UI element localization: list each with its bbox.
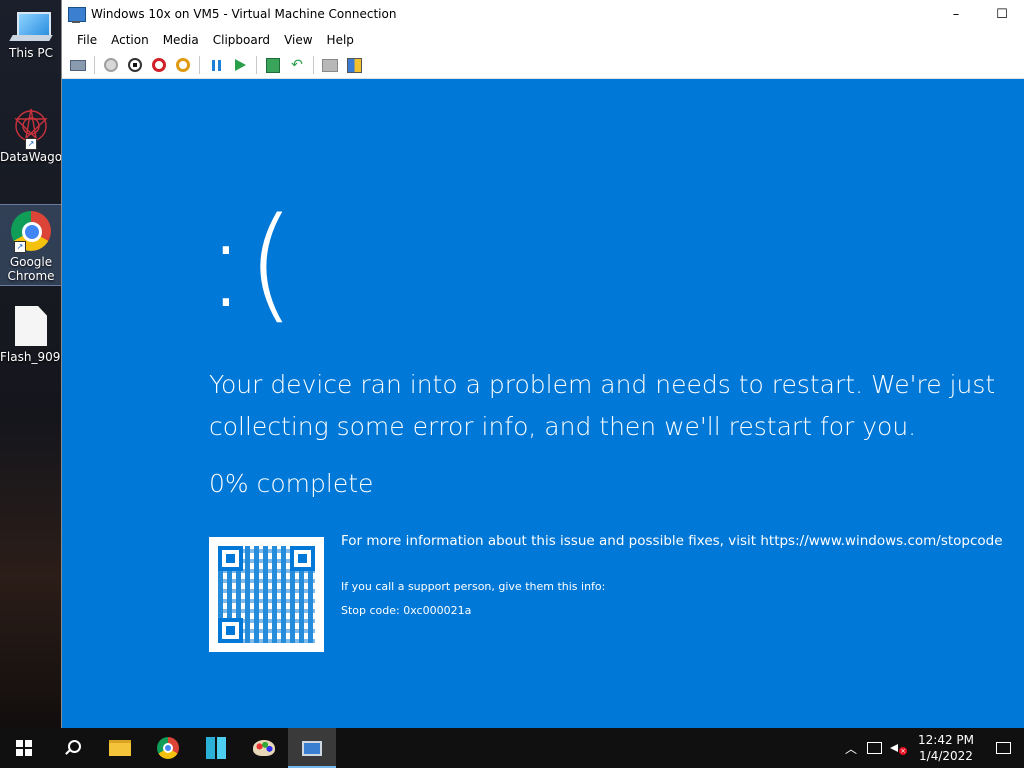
buildings-icon — [206, 737, 226, 759]
paint-palette-icon — [253, 740, 275, 756]
stop-code: Stop code: 0xc000021a — [341, 604, 472, 617]
chrome-taskbar-button[interactable] — [144, 728, 192, 768]
taskbar: ︿ × 12:42 PM 1/4/2022 — [0, 728, 1024, 768]
stopcode-url-text: For more information about this issue an… — [341, 533, 1003, 549]
menu-action[interactable]: Action — [105, 33, 157, 47]
resume-button[interactable] — [232, 57, 249, 74]
notification-icon — [995, 742, 1011, 754]
show-hidden-icons-chevron-up-icon[interactable]: ︿ — [839, 740, 863, 757]
sad-face: :( — [205, 192, 296, 336]
clock-time: 12:42 PM — [918, 733, 974, 747]
volume-muted-icon[interactable]: × — [890, 741, 908, 755]
minimize-button[interactable]: – — [933, 0, 979, 28]
desktop-icon-label: Flash_909B — [0, 350, 62, 364]
vm-connection-icon — [68, 6, 86, 23]
turn-off-button[interactable] — [127, 57, 144, 74]
bsod-screen[interactable]: :( Your device ran into a problem and ne… — [62, 79, 1024, 728]
start-vm-button[interactable] — [103, 57, 120, 74]
search-button[interactable] — [48, 728, 96, 768]
ctrl-alt-del-button[interactable] — [70, 57, 87, 74]
play-icon — [234, 59, 246, 71]
search-icon — [64, 740, 81, 756]
share-button[interactable] — [346, 57, 363, 74]
datawagon-icon: ↗ — [11, 106, 51, 150]
windows-logo-icon — [16, 740, 32, 756]
city-app-button[interactable] — [192, 728, 240, 768]
power-icon — [104, 58, 118, 72]
save-state-button[interactable] — [175, 57, 192, 74]
file-explorer-button[interactable] — [96, 728, 144, 768]
chrome-icon — [157, 737, 179, 759]
desktop-icon-label: DataWagon — [0, 150, 62, 164]
keyboard-icon — [70, 59, 86, 71]
computer-icon — [9, 12, 53, 42]
menu-file[interactable]: File — [71, 33, 105, 47]
notification-center-button[interactable] — [982, 728, 1024, 768]
title-bar[interactable]: Windows 10x on VM5 - Virtual Machine Con… — [62, 0, 1024, 28]
share-icon — [346, 57, 362, 73]
pause-button[interactable] — [208, 57, 225, 74]
folder-icon — [109, 740, 131, 756]
desktop-icon-label: Google Chrome — [7, 255, 55, 283]
error-message: Your device ran into a problem and needs… — [209, 370, 996, 441]
desktop-icon-google-chrome[interactable]: ↗ Google Chrome — [0, 204, 63, 286]
menu-clipboard[interactable]: Clipboard — [207, 33, 278, 47]
vm-connection-window: Windows 10x on VM5 - Virtual Machine Con… — [61, 0, 1024, 728]
shutdown-icon — [152, 58, 166, 72]
checkpoint-button[interactable] — [265, 57, 282, 74]
paint-button[interactable] — [240, 728, 288, 768]
clock[interactable]: 12:42 PM 1/4/2022 — [918, 732, 974, 764]
save-state-icon — [176, 58, 190, 72]
toolbar: ↶ — [62, 52, 1024, 79]
desktop-icon-label: This PC — [9, 46, 53, 60]
menu-view[interactable]: View — [278, 33, 320, 47]
revert-button[interactable]: ↶ — [289, 57, 306, 74]
maximize-button[interactable]: ☐ — [979, 0, 1024, 28]
window-title: Windows 10x on VM5 - Virtual Machine Con… — [91, 7, 397, 21]
support-text: If you call a support person, give them … — [341, 580, 606, 593]
shut-down-button[interactable] — [151, 57, 168, 74]
start-button[interactable] — [0, 728, 48, 768]
checkpoint-icon — [266, 57, 280, 73]
desktop-icon-flash-file[interactable]: Flash_909B — [0, 302, 62, 374]
shortcut-arrow-icon: ↗ — [14, 241, 26, 253]
menu-bar: File Action Media Clipboard View Help — [62, 28, 1024, 52]
revert-icon: ↶ — [291, 57, 303, 73]
progress-text: 0% complete — [209, 469, 374, 498]
enhanced-session-button[interactable] — [322, 57, 339, 74]
menu-media[interactable]: Media — [157, 33, 207, 47]
enhanced-session-icon — [322, 58, 338, 72]
menu-help[interactable]: Help — [321, 33, 362, 47]
desktop-icon-this-pc[interactable]: This PC — [0, 2, 62, 74]
vm-connection-icon — [302, 740, 322, 756]
system-tray: ︿ × 12:42 PM 1/4/2022 — [839, 728, 1024, 768]
desktop-icon-datawagon[interactable]: ↗ DataWagon — [0, 104, 62, 176]
stop-icon — [128, 58, 142, 72]
vm-connection-taskbar-button[interactable] — [288, 728, 336, 768]
file-icon — [15, 306, 47, 346]
pause-icon — [211, 59, 221, 71]
clock-date: 1/4/2022 — [919, 749, 973, 763]
network-icon[interactable] — [867, 742, 882, 754]
qr-code-icon — [209, 537, 324, 652]
